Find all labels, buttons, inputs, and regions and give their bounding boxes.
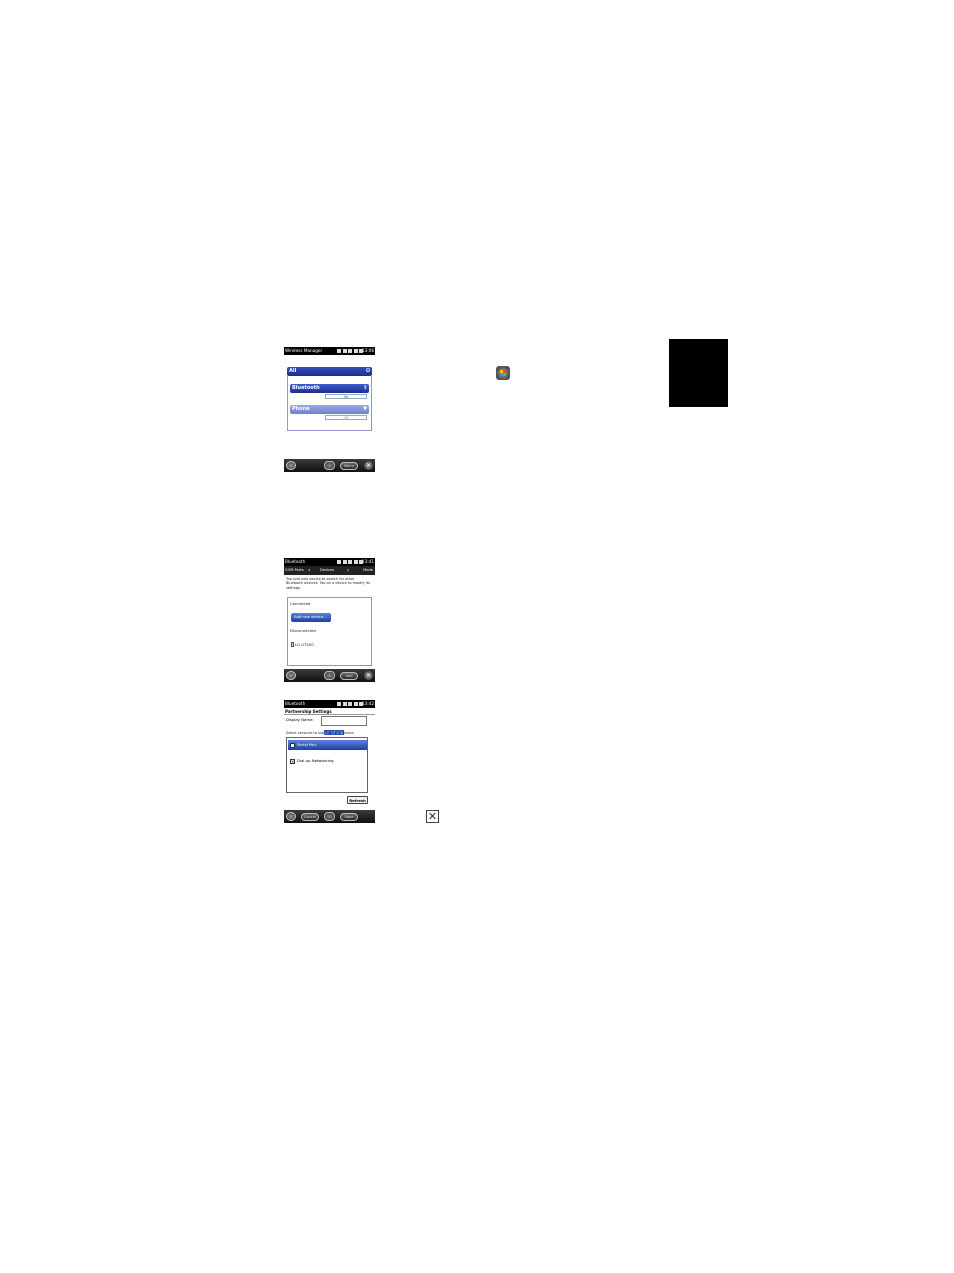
tab-devices[interactable]: Devices (320, 566, 334, 575)
phone-toggle[interactable]: Phone ▼ (290, 405, 369, 414)
refresh-button[interactable]: Refresh (347, 796, 368, 804)
keyboard-icon[interactable] (324, 671, 335, 680)
disconnected-heading: Disconnected (290, 628, 316, 633)
partnership-settings-screenshot: Bluetooth 13:42 Partnership Settings Dis… (284, 700, 375, 823)
bluetooth-label: Bluetooth (292, 385, 320, 391)
status-bar: Bluetooth 13:42 (284, 700, 375, 708)
device-name: LG GT400 (295, 642, 314, 647)
status-bar: Wireless Manager 13:06 (284, 347, 375, 355)
display-name-field[interactable]: LG GT400 (321, 716, 367, 735)
phone-state: Off (325, 415, 367, 420)
power-icon: ⏻ (366, 368, 370, 374)
instructions-text: Tap Add new device to search for other B… (286, 577, 370, 590)
page-title: Partnership Settings (284, 708, 375, 715)
start-icon[interactable] (286, 671, 296, 680)
service-item[interactable]: ✕ Dial-up Networking (288, 756, 367, 766)
start-icon[interactable] (286, 812, 296, 821)
bluetooth-toggle[interactable]: Bluetooth ᛒ (290, 384, 369, 393)
device-list: Connected Add new device... Disconnected… (287, 597, 372, 666)
soft-key-bar: Menu ✕ (284, 459, 375, 472)
soft-key-bar: Add ✕ (284, 669, 375, 682)
services-list: Serial Port ✕ Dial-up Networking (286, 737, 368, 793)
menu-button[interactable]: Menu (340, 461, 358, 470)
tab-mode[interactable]: Mode (363, 566, 373, 575)
add-button[interactable]: Add (340, 671, 358, 680)
start-icon (496, 366, 510, 380)
close-icon: ✕ (426, 810, 439, 823)
status-title: Wireless Manager (285, 348, 323, 353)
bluetooth-devices-screenshot: Bluetooth 13:41 COM Ports ‹ Devices › Mo… (284, 558, 375, 682)
bluetooth-icon: ᛒ (363, 385, 367, 391)
soft-key-bar: Cancel Save (284, 810, 375, 823)
phone-label: Phone (292, 406, 310, 412)
device-item[interactable]: LG GT400 (291, 642, 314, 647)
status-title: Bluetooth (285, 559, 306, 564)
status-time: 13:41 (361, 559, 374, 564)
checkbox-unchecked[interactable] (290, 742, 295, 748)
all-label: All (289, 368, 297, 374)
status-title: Bluetooth (285, 701, 306, 706)
connected-heading: Connected (290, 601, 311, 606)
status-time: 13:42 (361, 701, 374, 706)
phone-device-icon (291, 642, 294, 647)
service-label: Dial-up Networking (297, 758, 334, 763)
close-icon[interactable]: ✕ (364, 461, 373, 470)
status-bar: Bluetooth 13:41 (284, 558, 375, 566)
display-name-label: Display Name: (286, 717, 314, 722)
checkbox-checked[interactable]: ✕ (290, 758, 295, 764)
keyboard-icon[interactable] (324, 812, 335, 821)
wireless-manager-screenshot: Wireless Manager 13:06 All ⏻ Bluetooth ᛒ… (284, 347, 375, 472)
close-icon[interactable]: ✕ (364, 671, 373, 680)
keyboard-icon[interactable] (324, 461, 335, 470)
add-new-device-button[interactable]: Add new device... (291, 613, 331, 622)
status-time: 13:06 (361, 348, 374, 353)
save-button[interactable]: Save (340, 812, 358, 821)
chevron-left-icon[interactable]: ‹ (308, 566, 310, 575)
tab-navigation: COM Ports ‹ Devices › Mode (284, 566, 375, 575)
status-icons (337, 702, 363, 706)
signal-icon: ▼ (363, 406, 367, 412)
status-icons (337, 349, 363, 353)
status-icons (337, 560, 363, 564)
all-toggle-bar[interactable]: All ⏻ (287, 367, 372, 376)
tab-com-ports[interactable]: COM Ports (285, 566, 304, 575)
chevron-right-icon[interactable]: › (347, 566, 349, 575)
service-label: Serial Port (297, 742, 317, 747)
service-item[interactable]: Serial Port (288, 740, 367, 750)
cancel-button[interactable]: Cancel (301, 812, 319, 821)
bluetooth-state: On (325, 394, 367, 399)
chapter-tab-marker (669, 339, 728, 407)
select-services-text: Select services to use from this device. (286, 731, 355, 735)
start-icon[interactable] (286, 461, 296, 470)
